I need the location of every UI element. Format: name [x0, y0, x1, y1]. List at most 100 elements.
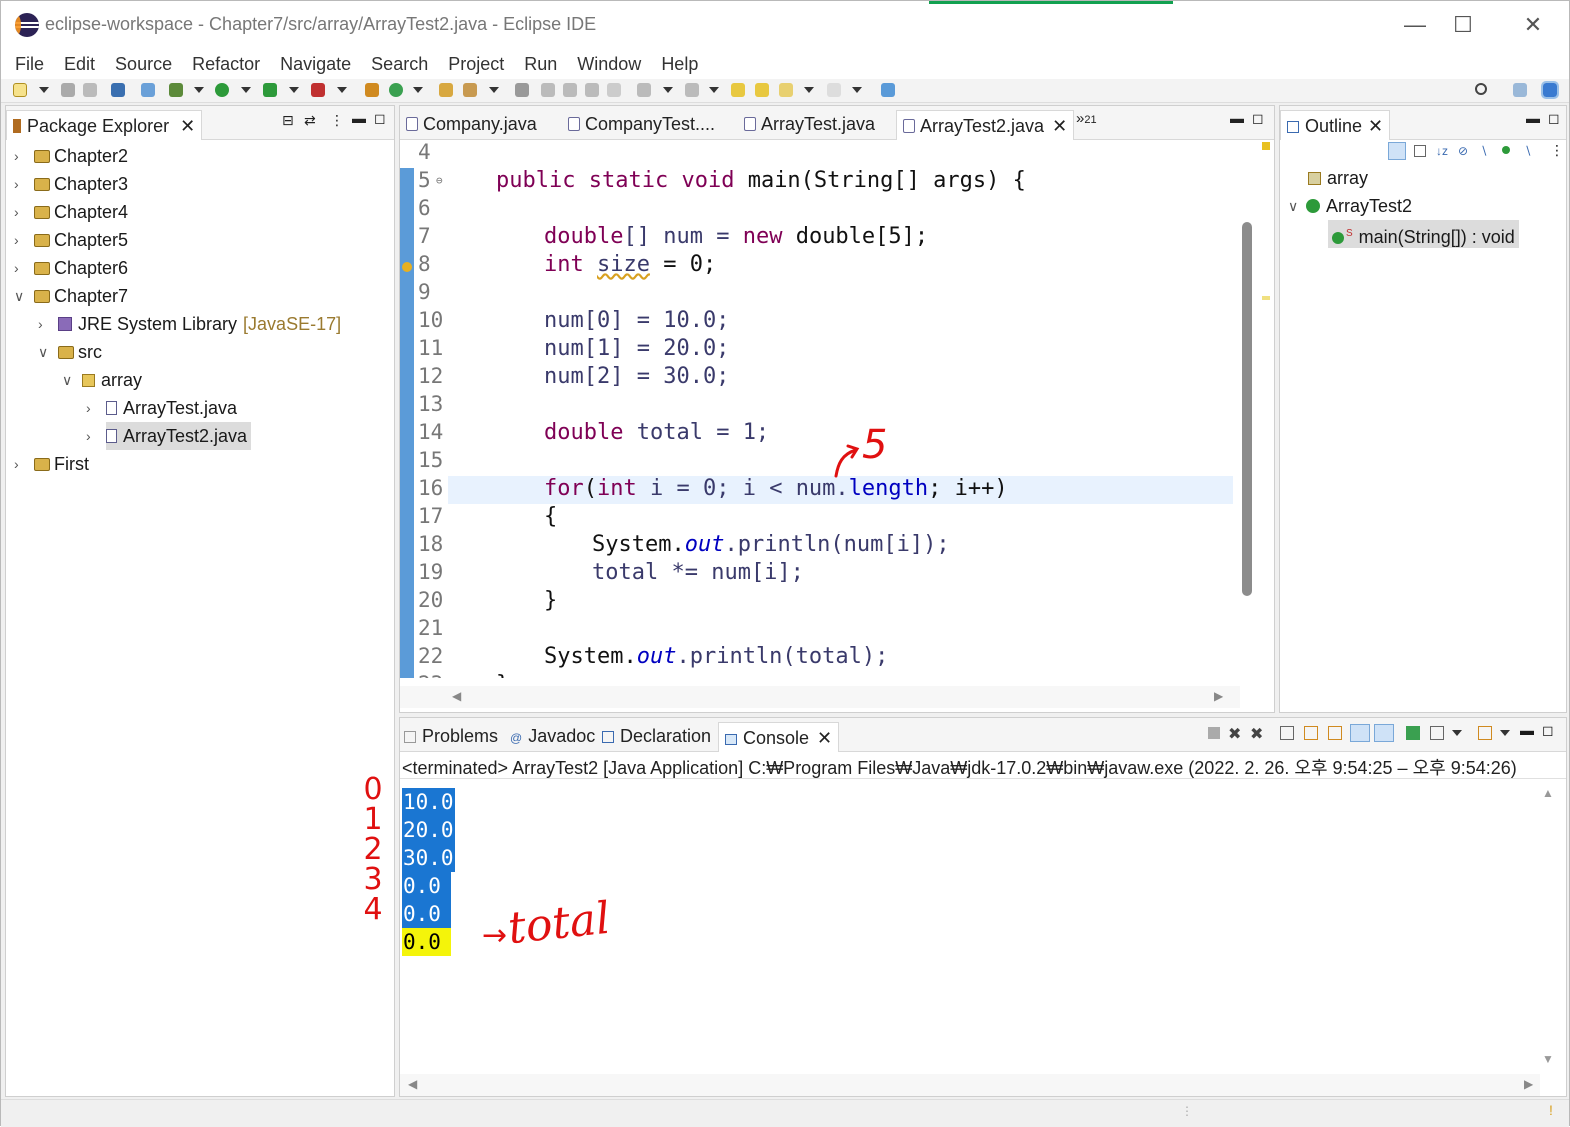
tab-arraytest2-java[interactable]: ArrayTest2.java ✕: [896, 110, 1075, 140]
outline-item-main[interactable]: Smain(String[]) : void: [1328, 220, 1519, 248]
chevron-down-icon[interactable]: ∨: [62, 372, 72, 389]
menu-refactor[interactable]: Refactor: [182, 54, 270, 75]
tree-item[interactable]: Chapter6: [34, 254, 128, 282]
whitespace-icon[interactable]: [607, 83, 621, 97]
chevron-down-icon[interactable]: ∨: [1288, 198, 1298, 215]
skip-breakpoints-icon[interactable]: [141, 83, 155, 97]
overview-warning-icon[interactable]: [1262, 142, 1270, 150]
collapse-outline-icon[interactable]: [1414, 145, 1426, 157]
tree-item[interactable]: Chapter7: [34, 282, 128, 310]
sort-members-icon[interactable]: ↓z: [1436, 144, 1448, 158]
open-console-dropdown-icon[interactable]: [1500, 730, 1510, 736]
chevron-right-icon[interactable]: ›: [86, 400, 91, 416]
menu-run[interactable]: Run: [514, 54, 567, 75]
outline-minimize-icon[interactable]: ▬: [1526, 110, 1540, 126]
debug-icon[interactable]: [169, 83, 183, 97]
console-scroll-left-icon[interactable]: ◀: [408, 1077, 417, 1091]
terminal-icon[interactable]: [111, 83, 125, 97]
hide-fields-icon[interactable]: ⊘: [1458, 144, 1468, 158]
hide-local-types-icon[interactable]: ∖: [1524, 144, 1532, 158]
editor-hscrollbar[interactable]: ◀ ▶: [400, 686, 1240, 708]
overview-occurrence-icon[interactable]: [1262, 296, 1270, 300]
toggle-block-icon[interactable]: [563, 83, 577, 97]
menu-file[interactable]: File: [5, 54, 54, 75]
new-dropdown-icon[interactable]: [39, 87, 49, 93]
run-dropdown-icon[interactable]: [241, 87, 251, 93]
tab-package-explorer[interactable]: Package Explorer ✕: [6, 110, 203, 140]
chevron-right-icon[interactable]: ›: [86, 428, 91, 444]
menu-project[interactable]: Project: [438, 54, 514, 75]
tab-overflow-button[interactable]: »21: [1076, 110, 1097, 127]
outline-item-arraytest2[interactable]: ArrayTest2: [1306, 192, 1412, 220]
console-close-icon[interactable]: ✕: [817, 728, 832, 748]
console-minimize-icon[interactable]: ▬: [1520, 722, 1534, 738]
tab-outline[interactable]: Outline ✕: [1280, 110, 1391, 140]
next-annotation-dropdown-icon[interactable]: [663, 87, 673, 93]
menu-source[interactable]: Source: [105, 54, 182, 75]
warning-marker-icon[interactable]: [402, 262, 412, 272]
tab-declaration[interactable]: Declaration: [602, 726, 711, 747]
pin-console-icon[interactable]: [1406, 726, 1420, 740]
coverage-dropdown-icon[interactable]: [289, 87, 299, 93]
tab-console[interactable]: Console ✕: [718, 722, 840, 752]
tree-item[interactable]: Chapter4: [34, 198, 128, 226]
prev-annotation-icon[interactable]: [685, 83, 699, 97]
outline-item-array[interactable]: array: [1308, 164, 1368, 192]
next-annotation-icon[interactable]: [637, 83, 651, 97]
save-icon[interactable]: [61, 83, 75, 97]
new-java-project-icon[interactable]: [365, 83, 379, 97]
editor-tab-close-icon[interactable]: ✕: [1052, 116, 1067, 136]
terminate-icon[interactable]: [1208, 727, 1220, 739]
run-icon[interactable]: [215, 83, 229, 97]
editor-vscroll-thumb[interactable]: [1242, 222, 1252, 596]
hide-static-icon[interactable]: ∖: [1480, 144, 1488, 158]
java-perspective-icon[interactable]: [1541, 81, 1559, 99]
tree-item[interactable]: JRE System Library [JavaSE-17]: [58, 310, 341, 338]
search-dropdown-icon[interactable]: [489, 87, 499, 93]
last-edit-icon[interactable]: [731, 83, 745, 97]
fold-marker-icon[interactable]: ⊖: [436, 174, 443, 187]
chevron-down-icon[interactable]: ∨: [14, 288, 24, 305]
menu-search[interactable]: Search: [361, 54, 438, 75]
search-icon[interactable]: [1475, 83, 1487, 95]
chevron-right-icon[interactable]: ›: [14, 232, 19, 248]
menu-navigate[interactable]: Navigate: [270, 54, 361, 75]
forward-edit-icon[interactable]: [755, 83, 769, 97]
console-maximize-icon[interactable]: ◻: [1542, 722, 1554, 739]
tab-javadoc[interactable]: @ Javadoc: [510, 726, 595, 747]
tree-item[interactable]: First: [34, 450, 89, 478]
sort-icon[interactable]: [1388, 142, 1406, 160]
collapse-all-icon[interactable]: ⊟: [282, 112, 294, 129]
chevron-right-icon[interactable]: ›: [14, 456, 19, 472]
tree-item[interactable]: src: [58, 338, 102, 366]
scroll-left-icon[interactable]: ◀: [452, 689, 461, 703]
menu-window[interactable]: Window: [567, 54, 651, 75]
tree-item[interactable]: Chapter5: [34, 226, 128, 254]
prev-annotation-dropdown-icon[interactable]: [709, 87, 719, 93]
view-menu-icon[interactable]: ⋮: [330, 112, 344, 129]
minimize-view-icon[interactable]: ▬: [352, 110, 366, 126]
toggle-mark-icon[interactable]: [515, 83, 529, 97]
chevron-right-icon[interactable]: ›: [14, 176, 19, 192]
console-scroll-up-icon[interactable]: ▲: [1542, 786, 1554, 800]
new-class-icon[interactable]: [389, 83, 403, 97]
console-scroll-right-icon[interactable]: ▶: [1524, 1077, 1533, 1091]
remove-launch-icon[interactable]: ✖: [1228, 724, 1241, 744]
remove-all-icon[interactable]: ✖: [1250, 724, 1263, 744]
outline-menu-icon[interactable]: ⋮: [1550, 142, 1564, 159]
word-wrap-console-icon[interactable]: [1328, 726, 1342, 740]
new-icon[interactable]: [13, 83, 27, 97]
word-wrap-icon[interactable]: [585, 83, 599, 97]
tree-item[interactable]: ArrayTest.java: [106, 394, 237, 422]
console-scroll-down-icon[interactable]: ▼: [1542, 1052, 1554, 1066]
scroll-lock-icon[interactable]: [1304, 726, 1318, 740]
tree-item[interactable]: ArrayTest2.java: [106, 422, 252, 450]
menu-edit[interactable]: Edit: [54, 54, 105, 75]
show-stderr-icon[interactable]: [1374, 724, 1394, 742]
tab-arraytest-java[interactable]: ArrayTest.java: [744, 114, 875, 135]
scroll-right-icon[interactable]: ▶: [1214, 689, 1223, 703]
editor-minimize-icon[interactable]: ▬: [1230, 110, 1244, 126]
forward-dropdown-icon[interactable]: [852, 87, 862, 93]
coverage-icon[interactable]: [263, 83, 277, 97]
pin-editor-icon[interactable]: [881, 83, 895, 97]
